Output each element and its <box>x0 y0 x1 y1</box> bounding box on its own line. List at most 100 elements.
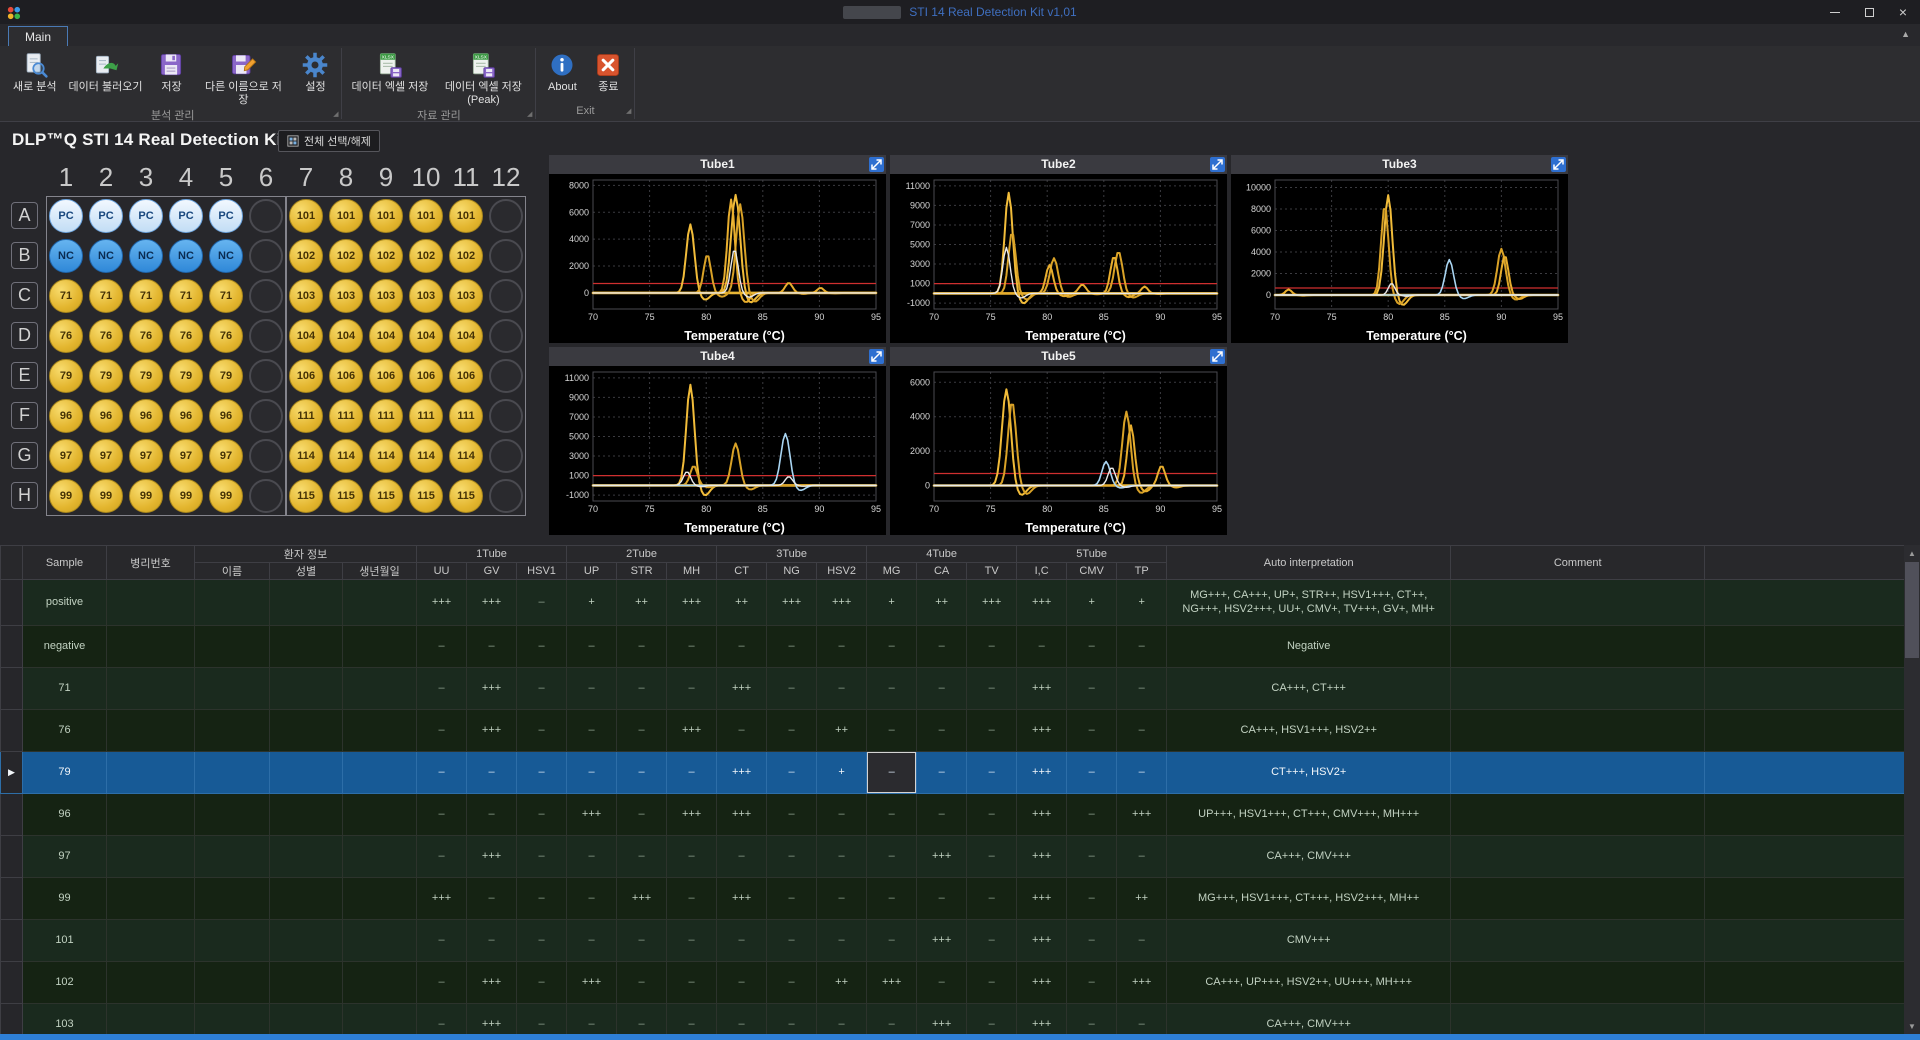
well-D10[interactable]: 104 <box>409 319 443 353</box>
cell-birth-96[interactable] <box>341 793 418 836</box>
cell-marker-negative-1[interactable]: – <box>466 625 518 668</box>
cell-pathology-71[interactable] <box>106 667 195 710</box>
cell-marker-positive-3[interactable]: + <box>566 579 618 626</box>
cell-marker-76-8[interactable]: ++ <box>816 709 868 752</box>
cell-marker-102-11[interactable]: – <box>966 961 1018 1004</box>
cell-marker-79-10[interactable]: – <box>916 751 968 794</box>
cell-marker-101-12[interactable]: +++ <box>1016 919 1068 962</box>
cell-marker-negative-13[interactable]: – <box>1066 625 1118 668</box>
well-H12[interactable] <box>489 479 523 513</box>
cell-marker-99-7[interactable]: – <box>766 877 818 920</box>
well-E12[interactable] <box>489 359 523 393</box>
well-D11[interactable]: 104 <box>449 319 483 353</box>
cell-sample-97[interactable]: 97 <box>22 835 107 878</box>
well-F4[interactable]: 96 <box>169 399 203 433</box>
cell-sample-96[interactable]: 96 <box>22 793 107 836</box>
cell-marker-96-2[interactable]: – <box>516 793 568 836</box>
cell-marker-79-14[interactable]: – <box>1116 751 1168 794</box>
well-G11[interactable]: 114 <box>449 439 483 473</box>
well-E11[interactable]: 106 <box>449 359 483 393</box>
cell-marker-76-10[interactable]: – <box>916 709 968 752</box>
well-G6[interactable] <box>249 439 283 473</box>
cell-pathology-76[interactable] <box>106 709 195 752</box>
cell-marker-102-1[interactable]: +++ <box>466 961 518 1004</box>
well-E8[interactable]: 106 <box>329 359 363 393</box>
plate-row-label-A[interactable]: A <box>11 202 38 229</box>
cell-marker-negative-2[interactable]: – <box>516 625 568 668</box>
col-header-tp[interactable]: TP <box>1116 562 1168 580</box>
cell-comment-97[interactable] <box>1450 835 1706 878</box>
cell-marker-71-6[interactable]: +++ <box>716 667 768 710</box>
group-header-tube5[interactable]: 5Tube <box>1016 545 1168 563</box>
well-G1[interactable]: 97 <box>49 439 83 473</box>
well-D1[interactable]: 76 <box>49 319 83 353</box>
well-H1[interactable]: 99 <box>49 479 83 513</box>
cell-marker-96-11[interactable]: – <box>966 793 1018 836</box>
well-G8[interactable]: 114 <box>329 439 363 473</box>
cell-marker-97-10[interactable]: +++ <box>916 835 968 878</box>
cell-gender-96[interactable] <box>269 793 343 836</box>
cell-birth-positive[interactable] <box>341 579 418 626</box>
col-header-patient-2[interactable]: 생년월일 <box>341 562 418 580</box>
cell-marker-103-8[interactable]: – <box>816 1003 868 1034</box>
cell-marker-71-4[interactable]: – <box>616 667 668 710</box>
cell-pathology-101[interactable] <box>106 919 195 962</box>
cell-comment-positive[interactable] <box>1450 579 1706 626</box>
cell-comment-101[interactable] <box>1450 919 1706 962</box>
cell-marker-96-5[interactable]: +++ <box>666 793 718 836</box>
cell-marker-97-3[interactable]: – <box>566 835 618 878</box>
well-C12[interactable] <box>489 279 523 313</box>
ribbon-button-0-4[interactable]: 설정 <box>293 48 337 97</box>
cell-comment-76[interactable] <box>1450 709 1706 752</box>
cell-comment-negative[interactable] <box>1450 625 1706 668</box>
cell-marker-positive-13[interactable]: + <box>1066 579 1118 626</box>
cell-marker-97-7[interactable]: – <box>766 835 818 878</box>
cell-marker-96-3[interactable]: +++ <box>566 793 618 836</box>
cell-marker-76-6[interactable]: – <box>716 709 768 752</box>
well-C3[interactable]: 71 <box>129 279 163 313</box>
cell-marker-71-1[interactable]: +++ <box>466 667 518 710</box>
chart-expand-button[interactable] <box>869 349 884 364</box>
close-button[interactable]: × <box>1886 0 1920 24</box>
well-B5[interactable]: NC <box>209 239 243 273</box>
cell-marker-79-11[interactable]: – <box>966 751 1018 794</box>
well-F12[interactable] <box>489 399 523 433</box>
cell-marker-76-5[interactable]: +++ <box>666 709 718 752</box>
well-C10[interactable]: 103 <box>409 279 443 313</box>
dialog-launcher-icon[interactable]: ◢ <box>333 107 338 122</box>
plate-row-label-F[interactable]: F <box>11 402 38 429</box>
cell-marker-101-4[interactable]: – <box>616 919 668 962</box>
well-D6[interactable] <box>249 319 283 353</box>
well-E3[interactable]: 79 <box>129 359 163 393</box>
cell-name-97[interactable] <box>194 835 270 878</box>
plate-row-label-C[interactable]: C <box>11 282 38 309</box>
cell-marker-positive-2[interactable]: – <box>516 579 568 626</box>
plate-col-label-4[interactable]: 4 <box>166 160 206 196</box>
cell-marker-103-13[interactable]: – <box>1066 1003 1118 1034</box>
cell-sample-79[interactable]: 79 <box>22 751 107 794</box>
tab-main[interactable]: Main <box>8 26 69 46</box>
cell-marker-96-10[interactable]: – <box>916 793 968 836</box>
well-A5[interactable]: PC <box>209 199 243 233</box>
cell-marker-97-12[interactable]: +++ <box>1016 835 1068 878</box>
cell-marker-negative-11[interactable]: – <box>966 625 1018 668</box>
cell-marker-positive-12[interactable]: +++ <box>1016 579 1068 626</box>
cell-marker-102-7[interactable]: – <box>766 961 818 1004</box>
well-H8[interactable]: 115 <box>329 479 363 513</box>
cell-marker-101-14[interactable]: – <box>1116 919 1168 962</box>
cell-sample-99[interactable]: 99 <box>22 877 107 920</box>
cell-birth-97[interactable] <box>341 835 418 878</box>
cell-marker-76-1[interactable]: +++ <box>466 709 518 752</box>
cell-auto-71[interactable]: CA+++, CT+++ <box>1166 667 1452 710</box>
row-selector-102[interactable] <box>0 961 23 1004</box>
plate-col-label-5[interactable]: 5 <box>206 160 246 196</box>
vertical-scrollbar[interactable]: ▲ ▼ <box>1904 545 1920 1034</box>
col-header-gv[interactable]: GV <box>466 562 518 580</box>
cell-marker-positive-9[interactable]: + <box>866 579 918 626</box>
horizontal-scrollbar[interactable] <box>0 1034 1920 1040</box>
cell-marker-79-5[interactable]: – <box>666 751 718 794</box>
cell-marker-99-5[interactable]: – <box>666 877 718 920</box>
cell-marker-76-13[interactable]: – <box>1066 709 1118 752</box>
cell-marker-positive-6[interactable]: ++ <box>716 579 768 626</box>
cell-marker-99-9[interactable]: – <box>866 877 918 920</box>
